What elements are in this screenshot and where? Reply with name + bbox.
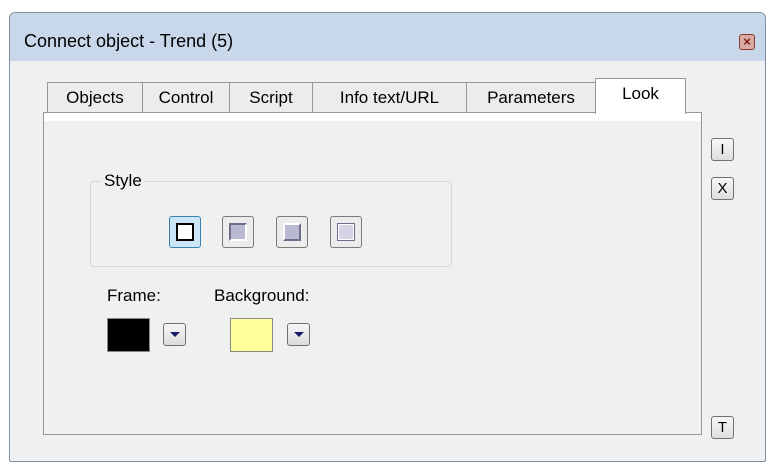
frame-color-dropdown-button[interactable]: [163, 323, 186, 346]
tab-label: Script: [249, 88, 293, 107]
style-flat-button[interactable]: [169, 216, 201, 248]
tab-info-text-url[interactable]: Info text/URL: [312, 82, 467, 113]
side-button-x[interactable]: X: [711, 177, 734, 200]
tab-label: Look: [622, 84, 659, 103]
tab-label: Info text/URL: [339, 88, 440, 107]
style-groupbox: Style: [90, 172, 452, 267]
dialog-window: Connect object - Trend (5) × Objects Con…: [9, 12, 766, 462]
tab-label: Objects: [66, 88, 124, 107]
raised-frame-icon: [283, 223, 301, 241]
flat-frame-icon: [176, 223, 194, 241]
tab-label: Parameters: [487, 88, 575, 107]
side-button-i[interactable]: I: [711, 138, 734, 161]
style-etched-button[interactable]: [330, 216, 362, 248]
tab-parameters[interactable]: Parameters: [466, 82, 596, 113]
tab-script[interactable]: Script: [229, 82, 313, 113]
style-sunken-button[interactable]: [222, 216, 254, 248]
look-tab-panel: Style Frame: Background:: [43, 112, 702, 435]
style-raised-button[interactable]: [276, 216, 308, 248]
close-button[interactable]: ×: [739, 34, 755, 50]
side-button-t[interactable]: T: [711, 416, 734, 439]
close-icon: ×: [743, 34, 751, 49]
tab-control[interactable]: Control: [142, 82, 230, 113]
tab-objects[interactable]: Objects: [47, 82, 143, 113]
chevron-down-icon: [170, 332, 180, 337]
chevron-down-icon: [294, 332, 304, 337]
background-color-dropdown-button[interactable]: [287, 323, 310, 346]
title-bar[interactable]: Connect object - Trend (5) ×: [10, 13, 765, 61]
dialog-client-area: Objects Control Script Info text/URL Par…: [16, 61, 759, 456]
background-label: Background:: [214, 286, 310, 305]
tab-look[interactable]: Look: [595, 78, 686, 114]
frame-label: Frame:: [107, 286, 161, 305]
frame-color-swatch[interactable]: [107, 318, 150, 352]
sunken-frame-icon: [229, 223, 247, 241]
window-title: Connect object - Trend (5): [24, 31, 234, 51]
etched-frame-icon: [337, 223, 355, 241]
style-group-label: Style: [101, 172, 145, 190]
tab-label: Control: [158, 88, 214, 107]
background-color-swatch[interactable]: [230, 318, 273, 352]
